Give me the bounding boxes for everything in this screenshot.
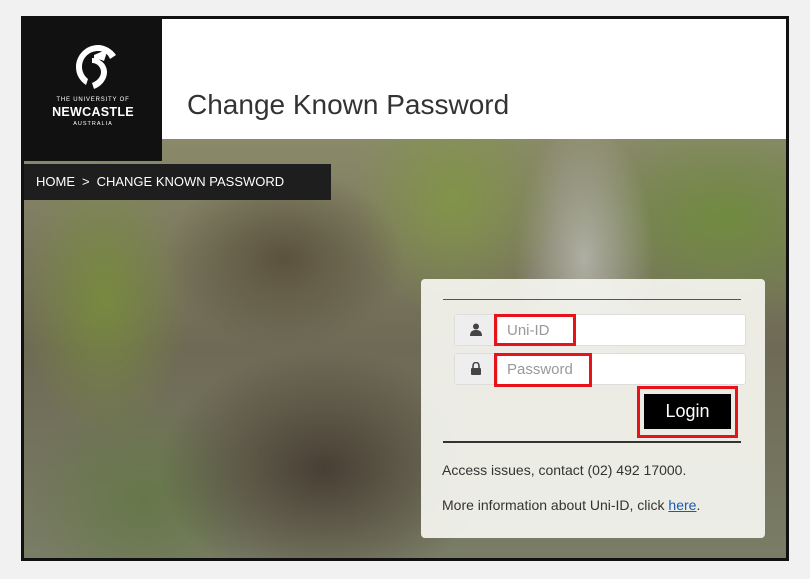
login-button[interactable]: Login: [644, 394, 731, 429]
breadcrumb: HOME > CHANGE KNOWN PASSWORD: [24, 164, 331, 200]
logo-line-3: AUSTRALIA: [73, 121, 113, 127]
uni-id-input[interactable]: [498, 315, 749, 345]
more-info-text: More information about Uni-ID, click her…: [442, 497, 700, 513]
password-input-group: [454, 353, 749, 385]
user-icon: [470, 323, 482, 336]
breadcrumb-separator: >: [82, 174, 90, 189]
divider-middle: [443, 441, 741, 443]
divider-top: [443, 299, 741, 300]
breadcrumb-home-link[interactable]: HOME: [36, 164, 75, 200]
uni-id-input-group: [454, 314, 749, 346]
access-issues-text: Access issues, contact (02) 492 17000.: [442, 462, 687, 478]
lock-icon: [471, 362, 481, 375]
page-title: Change Known Password: [187, 89, 510, 120]
more-info-here-link[interactable]: here: [668, 497, 696, 513]
seahorse-crest-icon: [76, 45, 116, 89]
logo-line-2: NEWCASTLE: [52, 105, 134, 119]
login-panel: Login Access issues, contact (02) 492 17…: [421, 279, 765, 538]
university-logo[interactable]: THE UNIVERSITY OF NEWCASTLE AUSTRALIA: [24, 19, 162, 161]
uni-id-addon: [455, 315, 498, 345]
screenshot-frame: THE UNIVERSITY OF NEWCASTLE AUSTRALIA Ch…: [21, 16, 789, 561]
breadcrumb-current: CHANGE KNOWN PASSWORD: [96, 174, 285, 189]
password-addon: [455, 354, 498, 384]
logo-line-1: THE UNIVERSITY OF: [56, 97, 130, 103]
more-info-prefix: More information about Uni-ID, click: [442, 497, 669, 513]
more-info-suffix: .: [696, 497, 701, 513]
password-input[interactable]: [498, 354, 749, 384]
